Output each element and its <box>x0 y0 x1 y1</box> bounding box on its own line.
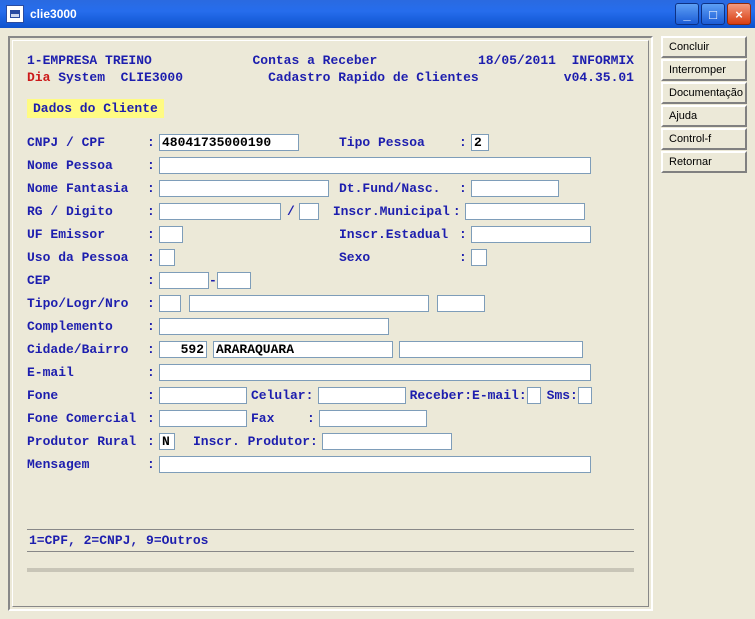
tipo-pessoa-field[interactable]: 2 <box>471 134 489 151</box>
app-icon <box>6 5 24 23</box>
dt-fund-nasc-field[interactable] <box>471 180 559 197</box>
nome-pessoa-label: Nome Pessoa <box>27 158 147 173</box>
close-button[interactable]: × <box>727 3 751 25</box>
inscr-estadual-field[interactable] <box>471 226 591 243</box>
inscr-produtor-label: Inscr. Produtor <box>193 434 310 449</box>
sidebar-btn-ajuda[interactable]: Ajuda <box>661 105 747 127</box>
nome-pessoa-field[interactable] <box>159 157 591 174</box>
sidebar-btn-concluir[interactable]: Concluir <box>661 36 747 58</box>
uf-emissor-label: UF Emissor <box>27 227 147 242</box>
sidebar-btn-documentacao[interactable]: Documentação <box>661 82 747 104</box>
receber-email-field[interactable] <box>527 387 541 404</box>
bairro-field[interactable] <box>399 341 583 358</box>
celular-label: Celular <box>251 388 306 403</box>
header-row-1: 1-EMPRESA TREINO Contas a Receber 18/05/… <box>27 53 634 68</box>
rg-digito-field[interactable] <box>299 203 319 220</box>
sidebar-btn-interromper[interactable]: Interromper <box>661 59 747 81</box>
fone-comercial-label: Fone Comercial <box>27 411 147 426</box>
version-label: v04.35.01 <box>564 70 634 85</box>
inscr-estadual-label: Inscr.Estadual <box>339 227 459 242</box>
inscr-municipal-field[interactable] <box>465 203 585 220</box>
main-panel: 1-EMPRESA TREINO Contas a Receber 18/05/… <box>8 36 653 611</box>
date-db: 18/05/2011 INFORMIX <box>478 53 634 68</box>
tipo-field[interactable] <box>159 295 181 312</box>
receber-email-label: E-mail: <box>472 388 527 403</box>
fax-field[interactable] <box>319 410 427 427</box>
fone-label: Fone <box>27 388 147 403</box>
complemento-label: Complemento <box>27 319 147 334</box>
cidade-nome-field[interactable]: ARARAQUARA <box>213 341 393 358</box>
sidebar: Concluir Interromper Documentação Ajuda … <box>661 36 747 611</box>
rg-field[interactable] <box>159 203 281 220</box>
module-label: Contas a Receber <box>252 53 377 68</box>
celular-field[interactable] <box>318 387 406 404</box>
produtor-rural-field[interactable]: N <box>159 433 175 450</box>
inscr-municipal-label: Inscr.Municipal <box>333 204 453 219</box>
separator-line <box>27 568 634 572</box>
tipo-logr-nro-label: Tipo/Logr/Nro <box>27 296 147 311</box>
sms-label: Sms: <box>547 388 578 403</box>
sidebar-btn-retornar[interactable]: Retornar <box>661 151 747 173</box>
uso-pessoa-field[interactable] <box>159 249 175 266</box>
cnpj-cpf-field[interactable]: 48041735000190 <box>159 134 299 151</box>
mensagem-label: Mensagem <box>27 457 147 472</box>
window-title: clie3000 <box>30 7 675 21</box>
cnpj-cpf-label: CNPJ / CPF <box>27 135 147 150</box>
minimize-button[interactable]: _ <box>675 3 699 25</box>
nro-field[interactable] <box>437 295 485 312</box>
cidade-bairro-label: Cidade/Bairro <box>27 342 147 357</box>
subtitle-label: Cadastro Rapido de Clientes <box>268 70 479 85</box>
dt-fund-nasc-label: Dt.Fund/Nasc. <box>339 181 459 196</box>
complemento-field[interactable] <box>159 318 389 335</box>
receber-label: Receber: <box>410 388 472 403</box>
inscr-produtor-field[interactable] <box>322 433 452 450</box>
fone-field[interactable] <box>159 387 247 404</box>
mensagem-field[interactable] <box>159 456 591 473</box>
sexo-field[interactable] <box>471 249 487 266</box>
system-label: Dia System CLIE3000 <box>27 70 183 85</box>
tipo-pessoa-label: Tipo Pessoa <box>339 135 459 150</box>
cep-dash: - <box>209 273 217 288</box>
sexo-label: Sexo <box>339 250 459 265</box>
uso-pessoa-label: Uso da Pessoa <box>27 250 147 265</box>
email-field[interactable] <box>159 364 591 381</box>
produtor-rural-label: Produtor Rural <box>27 434 147 449</box>
slash: / <box>287 204 295 219</box>
maximize-button[interactable]: □ <box>701 3 725 25</box>
cep1-field[interactable] <box>159 272 209 289</box>
rg-digito-label: RG / Digito <box>27 204 147 219</box>
logr-field[interactable] <box>189 295 429 312</box>
nome-fantasia-field[interactable] <box>159 180 329 197</box>
nome-fantasia-label: Nome Fantasia <box>27 181 147 196</box>
fax-label: Fax <box>251 411 307 426</box>
section-title: Dados do Cliente <box>27 99 164 118</box>
sms-field[interactable] <box>578 387 592 404</box>
uf-emissor-field[interactable] <box>159 226 183 243</box>
cep2-field[interactable] <box>217 272 251 289</box>
fone-comercial-field[interactable] <box>159 410 247 427</box>
email-label: E-mail <box>27 365 147 380</box>
cidade-cod-field[interactable]: 592 <box>159 341 207 358</box>
cep-label: CEP <box>27 273 147 288</box>
header-row-2: Dia System CLIE3000 Cadastro Rapido de C… <box>27 70 634 85</box>
help-line: 1=CPF, 2=CNPJ, 9=Outros <box>27 529 634 552</box>
sidebar-btn-control-f[interactable]: Control-f <box>661 128 747 150</box>
company-label: 1-EMPRESA TREINO <box>27 53 152 68</box>
